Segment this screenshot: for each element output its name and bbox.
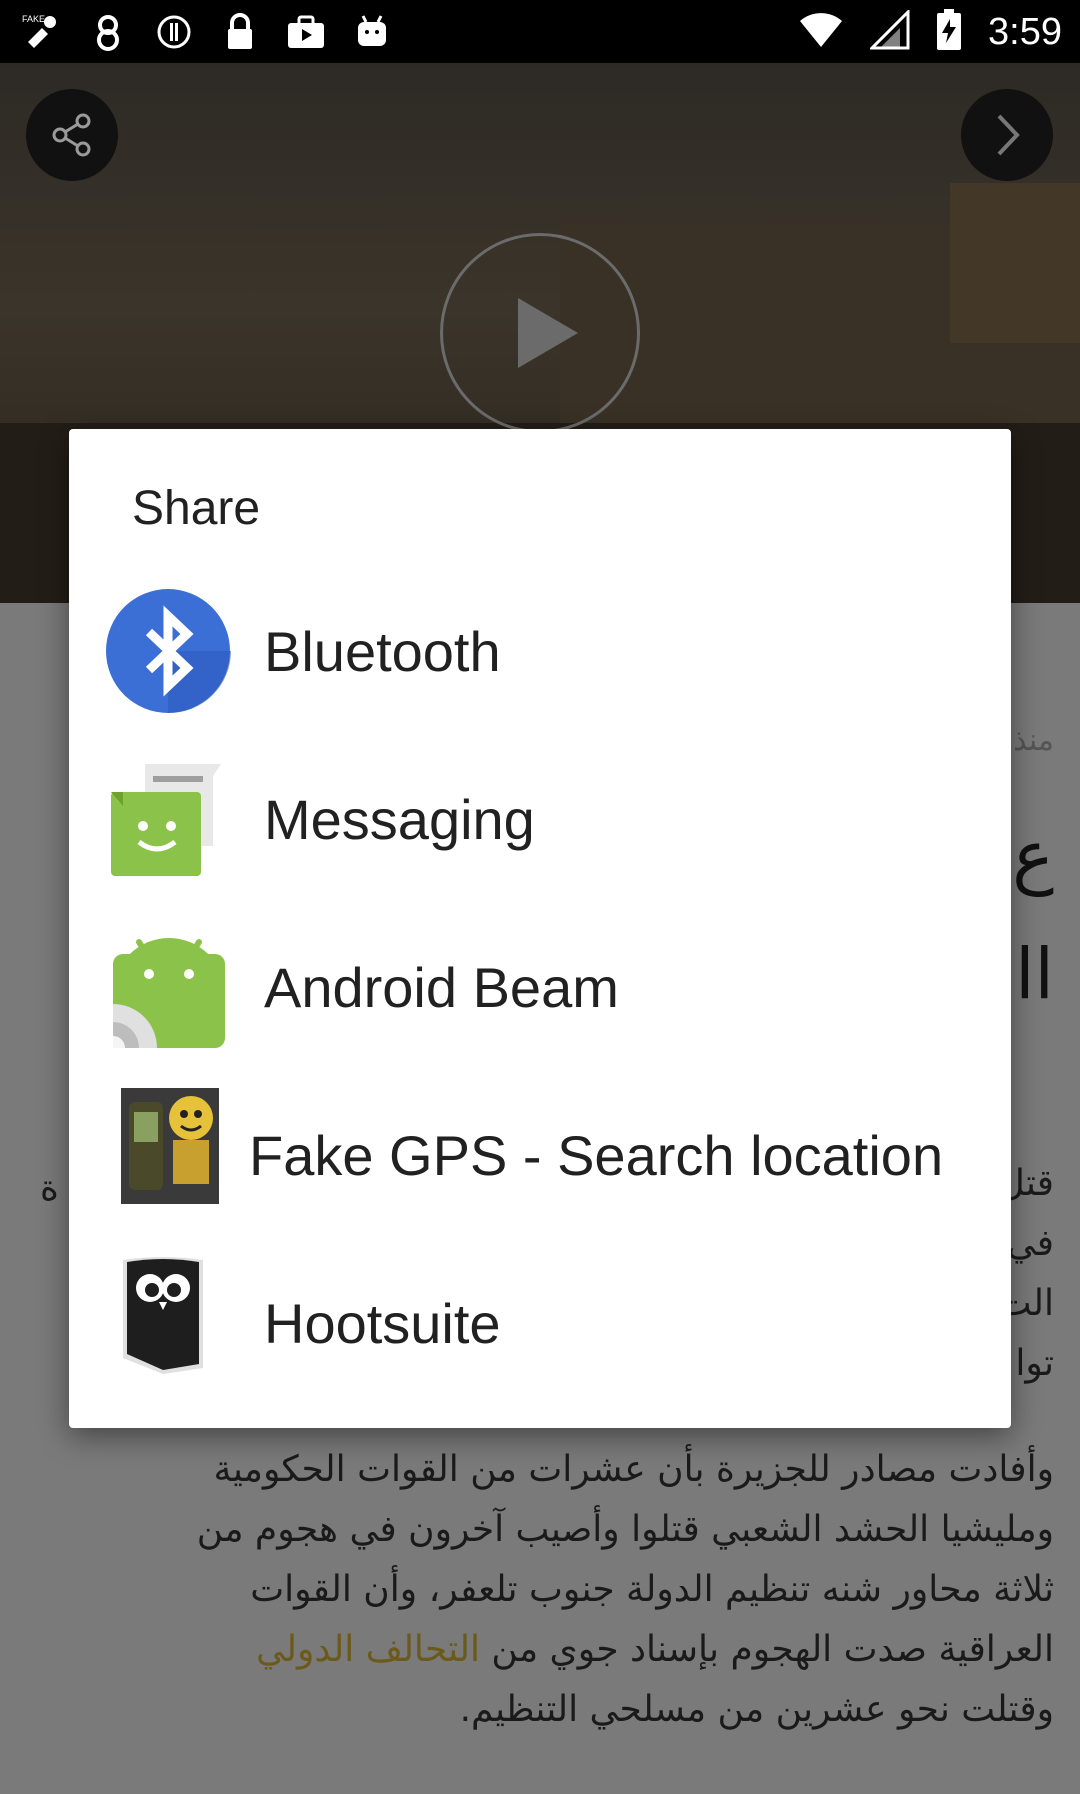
share-item-android-beam[interactable]: Android Beam — [69, 903, 1011, 1071]
fake-gps-app-icon — [121, 1088, 219, 1204]
hootsuite-icon — [123, 1257, 203, 1374]
share-item-label: Messaging — [264, 787, 535, 851]
dialog-title: Share — [132, 482, 261, 535]
android-beam-icon — [113, 938, 225, 1048]
share-item-label: Fake GPS - Search location — [249, 1123, 944, 1187]
share-item-fake-gps[interactable]: Fake GPS - Search location — [69, 1071, 1011, 1239]
share-item-hootsuite[interactable]: Hootsuite — [69, 1239, 1011, 1407]
share-item-label: Android Beam — [264, 955, 619, 1019]
share-dialog: Share Bluetooth Messaging Android Beam F… — [69, 429, 1011, 1428]
messaging-icon — [111, 764, 221, 876]
share-item-messaging[interactable]: Messaging — [69, 735, 1011, 903]
bluetooth-icon — [106, 589, 231, 714]
share-item-label: Bluetooth — [264, 619, 501, 683]
share-item-bluetooth[interactable]: Bluetooth — [69, 567, 1011, 735]
share-item-label: Hootsuite — [264, 1291, 501, 1355]
